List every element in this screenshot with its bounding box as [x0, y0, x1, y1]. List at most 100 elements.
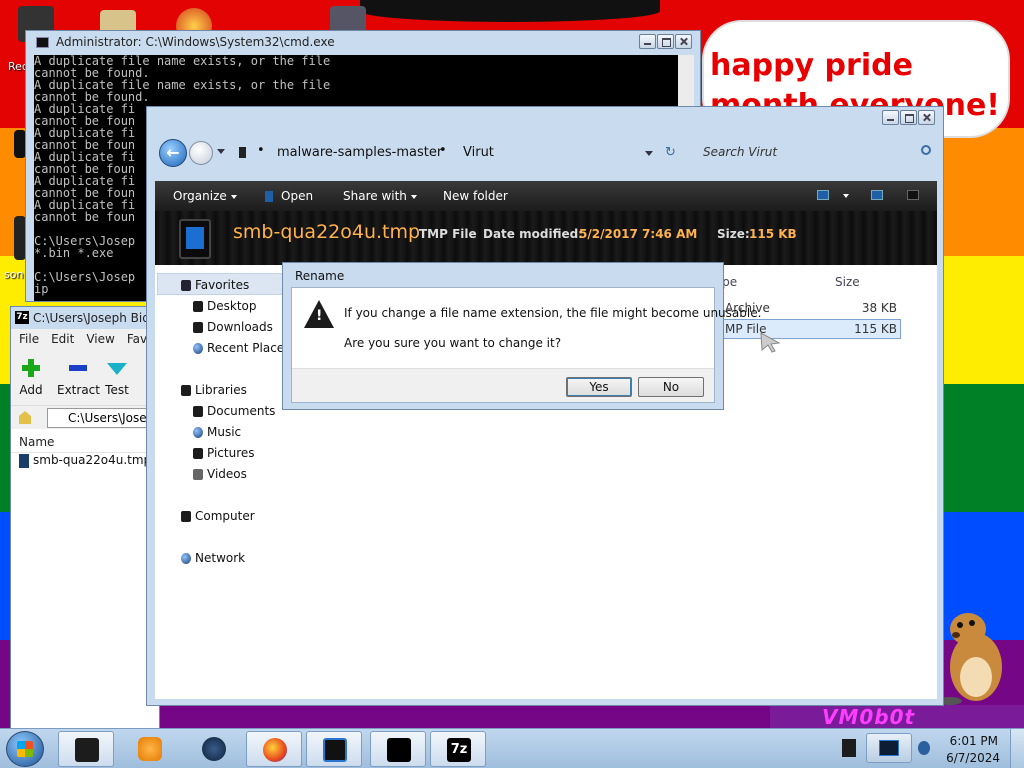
- taskbar-monitor-button[interactable]: [306, 731, 362, 767]
- organize-button[interactable]: Organize: [173, 189, 237, 203]
- nav-music-label: Music: [207, 425, 242, 439]
- downloads-icon: [193, 322, 203, 333]
- details-pane: smb-qua22o4u.tmp TMP File Date modified:…: [155, 211, 937, 265]
- nav-network-label: Network: [195, 551, 246, 565]
- help-icon[interactable]: [907, 190, 919, 200]
- cmd-title: Administrator: C:\Windows\System32\cmd.e…: [56, 35, 335, 49]
- share-label: Share with: [343, 189, 407, 203]
- monitor-icon: [323, 738, 347, 762]
- address-dropdown-icon[interactable]: [645, 151, 653, 156]
- refresh-icon[interactable]: ↻: [665, 145, 676, 160]
- test-button[interactable]: Test: [105, 357, 129, 397]
- minimize-button[interactable]: [882, 110, 899, 125]
- no-button[interactable]: No: [638, 377, 704, 397]
- 7zip-file-row[interactable]: smb-qua22o4u.tmp: [19, 453, 151, 468]
- nav-computer[interactable]: Computer: [181, 509, 255, 523]
- open-button[interactable]: Open: [265, 189, 313, 203]
- plus-icon: [19, 357, 43, 379]
- breadcrumb-malware-samples-master[interactable]: malware-samples-master: [277, 145, 442, 160]
- extract-button[interactable]: Extract: [57, 357, 100, 397]
- watermark-banner: VM0b0t: [770, 705, 1024, 729]
- nav-favorites[interactable]: Favorites: [181, 278, 249, 292]
- start-button[interactable]: [6, 731, 44, 767]
- taskbar-7zip-button[interactable]: 7z: [430, 731, 486, 767]
- nav-recent-label: Recent Places: [207, 341, 291, 355]
- recent-pages-dropdown-icon[interactable]: [217, 149, 225, 154]
- tray-volume-icon[interactable]: [918, 741, 930, 755]
- add-button[interactable]: Add: [19, 357, 43, 397]
- maximize-button[interactable]: [657, 34, 674, 49]
- mouse-cursor-icon: [760, 332, 781, 353]
- show-desktop-button[interactable]: [1010, 729, 1024, 768]
- taskbar-explorer-button[interactable]: [58, 731, 114, 767]
- taskbar-firefox-button[interactable]: [246, 731, 302, 767]
- forward-button[interactable]: [189, 141, 213, 165]
- maximize-button[interactable]: [900, 110, 917, 125]
- system-tray: 6:01 PM 6/7/2024: [838, 729, 1024, 768]
- change-view-icon[interactable]: [817, 190, 829, 200]
- tray-flag-icon[interactable]: [842, 739, 856, 757]
- share-with-button[interactable]: Share with: [343, 189, 417, 203]
- search-input[interactable]: Search Virut: [695, 141, 935, 165]
- menu-view[interactable]: View: [86, 332, 114, 346]
- nav-network[interactable]: Network: [181, 551, 246, 565]
- hamster-icon: [938, 613, 1002, 705]
- close-button[interactable]: [918, 110, 935, 125]
- 7zip-window[interactable]: 7z C:\Users\Joseph Bide File Edit View F…: [10, 306, 160, 730]
- nav-videos-label: Videos: [207, 467, 247, 481]
- firefox-icon: [263, 738, 287, 762]
- 7zip-icon: 7z: [447, 738, 471, 762]
- nav-documents[interactable]: Documents: [193, 404, 276, 418]
- nav-libraries[interactable]: Libraries: [181, 383, 247, 397]
- 7zip-column-name[interactable]: Name: [11, 431, 159, 453]
- nav-recent-places[interactable]: Recent Places: [193, 341, 291, 355]
- preview-pane-icon[interactable]: [871, 190, 883, 200]
- new-folder-button[interactable]: New folder: [443, 189, 508, 203]
- minus-icon: [66, 357, 90, 379]
- back-button[interactable]: ←: [159, 139, 187, 167]
- music-icon: [193, 427, 203, 438]
- column-header-size[interactable]: Size: [835, 275, 860, 289]
- taskbar-ie-button[interactable]: [186, 731, 242, 767]
- yes-button[interactable]: Yes: [566, 377, 632, 397]
- open-label: Open: [281, 189, 314, 203]
- 7zip-file-name: smb-qua22o4u.tmp: [33, 453, 152, 467]
- nav-music[interactable]: Music: [193, 425, 242, 439]
- nav-pictures[interactable]: Pictures: [193, 446, 255, 460]
- close-button[interactable]: [675, 34, 692, 49]
- documents-icon: [193, 406, 203, 417]
- nav-pictures-label: Pictures: [207, 446, 255, 460]
- videos-icon: [193, 469, 203, 480]
- view-options-chevron-icon[interactable]: [843, 194, 849, 198]
- up-folder-icon[interactable]: [17, 410, 33, 426]
- minimize-button[interactable]: [639, 34, 656, 49]
- libraries-icon: [181, 385, 191, 396]
- clock-time[interactable]: 6:01 PM: [950, 734, 998, 748]
- media-player-icon: [138, 737, 162, 761]
- taskbar-cmd-button[interactable]: [370, 731, 426, 767]
- menu-file[interactable]: File: [19, 332, 39, 346]
- taskbar-media-player-button[interactable]: [122, 731, 178, 767]
- 7zip-path-input[interactable]: C:\Users\Josep: [47, 408, 159, 428]
- menu-edit[interactable]: Edit: [51, 332, 74, 346]
- 7zip-toolbar: Add Extract Test: [11, 349, 159, 405]
- details-date-value: 5/2/2017 7:46 AM: [579, 227, 698, 241]
- breadcrumb-virut[interactable]: Virut: [463, 145, 494, 160]
- tray-network-icon[interactable]: [866, 733, 912, 763]
- nav-documents-label: Documents: [207, 404, 276, 418]
- file-row-size: 115 KB: [854, 322, 897, 336]
- nav-videos[interactable]: Videos: [193, 467, 247, 481]
- test-label: Test: [105, 383, 129, 397]
- address-bar[interactable]: • malware-samples-master • Virut: [229, 141, 689, 165]
- clock-date[interactable]: 6/7/2024: [946, 751, 1000, 765]
- breadcrumb-separator: •: [257, 143, 265, 158]
- dialog-title: Rename: [295, 269, 345, 283]
- rename-dialog[interactable]: Rename ! If you change a file name exten…: [282, 262, 761, 410]
- nav-downloads[interactable]: Downloads: [193, 320, 273, 334]
- explorer-navigation-bar: ← • malware-samples-master • Virut ↻ Sea…: [155, 135, 937, 179]
- details-size-value: 115 KB: [749, 227, 797, 241]
- desktop-label-son: son: [4, 268, 24, 281]
- desktop-icon: [193, 301, 203, 312]
- nav-desktop[interactable]: Desktop: [193, 299, 257, 313]
- wallpaper-top-shape: [360, 0, 660, 22]
